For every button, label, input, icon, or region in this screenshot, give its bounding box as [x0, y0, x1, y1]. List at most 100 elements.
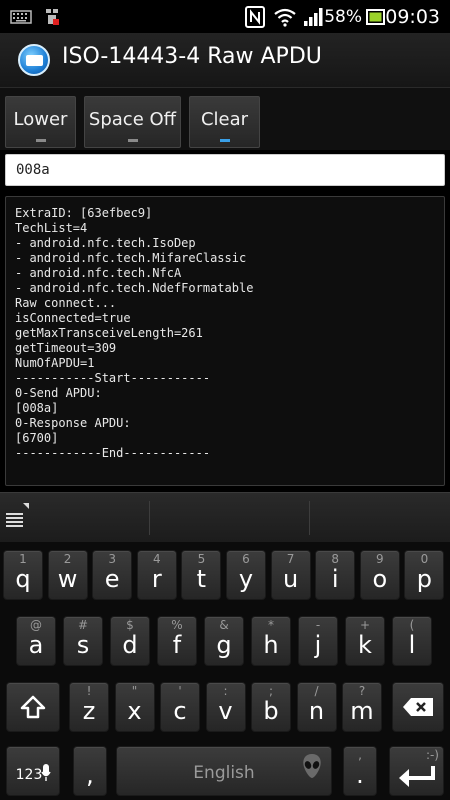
key-t[interactable]: 5t [181, 550, 222, 600]
enter-key[interactable]: :-) [389, 746, 444, 796]
shift-key[interactable] [6, 682, 60, 732]
key-alt-label: / [314, 684, 319, 698]
log-output: ExtraID: [63efbec9] TechList=4 - android.n… [5, 196, 445, 486]
key-o[interactable]: 9o [359, 550, 400, 600]
log-line: Raw connect... [15, 296, 117, 310]
enter-icon [398, 765, 435, 787]
key-b[interactable]: ; b [251, 682, 291, 732]
key-n[interactable]: / n [296, 682, 337, 732]
key-alt-label: $ [126, 618, 134, 632]
space-key[interactable]: English [116, 746, 332, 796]
key-label: s [76, 631, 90, 659]
log-line: getMaxTransceiveLength=261 [15, 326, 203, 340]
lower-indicator [35, 139, 46, 142]
key-label: l [408, 631, 416, 659]
key-label: r [151, 565, 162, 593]
key-s[interactable]: # s [63, 616, 103, 666]
app-title-bar: ISO-14443-4 Raw APDU [0, 33, 450, 88]
key-k[interactable]: + k [345, 616, 385, 666]
key-h[interactable]: * h [251, 616, 291, 666]
key-label: d [122, 631, 138, 659]
key-label: i [331, 565, 339, 593]
key-d[interactable]: $ d [110, 616, 150, 666]
key-g[interactable]: & g [204, 616, 244, 666]
key-label: m [350, 697, 374, 725]
log-line: TechList=4 [15, 221, 88, 235]
comma-key[interactable]: , [73, 746, 107, 796]
key-c[interactable]: ' c [160, 682, 200, 732]
key-alt-label: 6 [242, 552, 250, 566]
key-label: k [358, 631, 372, 659]
key-l[interactable]: (l [392, 616, 432, 666]
space-button-label: Space Off [88, 108, 177, 130]
clear-indicator [219, 139, 230, 142]
key-label: j [314, 631, 322, 659]
key-alt-label: - [315, 618, 321, 632]
key-label: z [82, 697, 96, 725]
soft-keyboard: 1q2w3e4r5t6y7u8i9o0p @ a # s $ d% f & g * h - j + k(l … [0, 542, 450, 800]
key-alt-label: : [223, 684, 228, 698]
keyboard-menu-icon[interactable] [5, 501, 31, 533]
log-line: - android.nfc.tech.MifareClassic [15, 251, 247, 265]
key-p[interactable]: 0p [404, 550, 445, 600]
key-label: g [216, 631, 232, 659]
key-alt-label: ? [358, 684, 366, 698]
key-r[interactable]: 4r [136, 550, 177, 600]
key-j[interactable]: -j [298, 616, 338, 666]
nfc-icon [245, 0, 265, 33]
key-alt-label: 4 [152, 552, 161, 566]
key-alt-label: 0 [420, 552, 429, 566]
suggestion-strip [0, 492, 450, 542]
key-i[interactable]: 8i [315, 550, 356, 600]
key-alt-label: 9 [375, 552, 384, 566]
key-q[interactable]: 1q [3, 550, 43, 600]
key-alt-label: 7 [286, 552, 295, 566]
log-line: 0-Response APDU: [15, 416, 131, 430]
key-alt-label: 1 [19, 552, 27, 566]
key-m[interactable]: ? m [342, 682, 382, 732]
period-key[interactable]: , . [343, 746, 377, 796]
key-e[interactable]: 3e [92, 550, 133, 600]
backspace-key[interactable] [392, 682, 444, 732]
apdu-input[interactable] [5, 154, 445, 186]
key-label: t [196, 565, 207, 593]
clear-button-label: Clear [200, 108, 249, 130]
key-y[interactable]: 6y [226, 550, 266, 600]
clear-button[interactable]: Clear [189, 96, 260, 148]
key-v[interactable]: :v [205, 682, 246, 732]
key-alt-label: ! [86, 684, 92, 698]
key-label: p [416, 565, 432, 593]
lower-toggle-button[interactable]: Lower [5, 96, 76, 148]
key-alt-label: 3 [108, 552, 116, 566]
key-label: o [372, 565, 388, 593]
key-label: q [15, 565, 31, 593]
log-line: ExtraID: [63efbec9] [15, 206, 153, 220]
key-z[interactable]: ! z [69, 682, 109, 732]
enter-key-alt: :-) [425, 748, 439, 762]
log-line: getTimeout=309 [15, 341, 117, 355]
page-title: ISO-14443-4 Raw APDU [62, 44, 322, 69]
key-label: x [127, 697, 142, 725]
wifi-icon [273, 0, 297, 33]
log-line: [008a] [15, 401, 59, 415]
space-toggle-button[interactable]: Space Off [84, 96, 181, 148]
key-alt-label: 8 [331, 552, 339, 566]
key-label: w [57, 565, 78, 593]
key-x[interactable]: " x [114, 682, 155, 732]
period-key-alt: , [358, 748, 362, 762]
key-w[interactable]: 2w [47, 550, 88, 600]
key-label: b [263, 697, 279, 725]
alien-icon [303, 754, 321, 778]
period-key-label: . [356, 761, 364, 789]
key-f[interactable]: % f [157, 616, 197, 666]
key-label: n [308, 697, 325, 725]
key-a[interactable]: @ a [16, 616, 56, 666]
key-u[interactable]: 7u [270, 550, 311, 600]
key-alt-label: & [219, 618, 229, 632]
space-key-label: English [193, 763, 255, 783]
suggestion-divider [149, 501, 150, 535]
symbols-key[interactable]: 123 [6, 746, 60, 796]
log-line: -----------Start----------- [15, 371, 211, 385]
battery-icon [366, 0, 386, 33]
log-line: ------------End------------ [15, 446, 211, 460]
